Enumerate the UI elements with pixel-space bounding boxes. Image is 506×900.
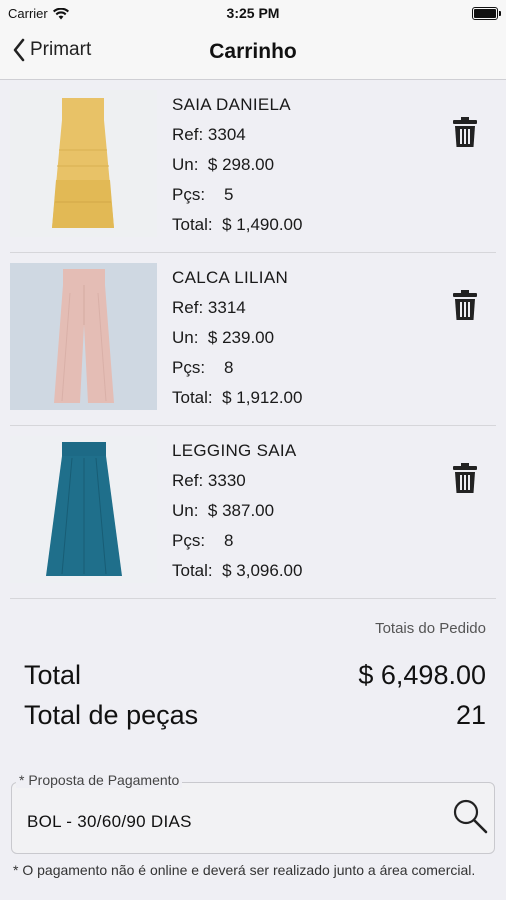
skirt-illustration [10, 436, 157, 583]
pieces-total-value: 21 [455, 700, 486, 730]
total-value: $ 1,490.00 [222, 215, 303, 234]
cart-item: SAIA DANIELA Ref: 3304 Un: $ 298.00 Pçs:… [0, 80, 506, 253]
status-time: 3:25 PM [226, 5, 280, 21]
status-bar: Carrier 3:25 PM [0, 0, 506, 28]
trash-icon[interactable] [452, 289, 478, 321]
payment-footnote: * O pagamento não é online e deverá ser … [13, 862, 476, 878]
unit-label: Un: [172, 328, 199, 347]
cart-item: LEGGING SAIA Ref: 3330 Un: $ 387.00 Pçs:… [0, 426, 506, 599]
total-value: $ 3,096.00 [222, 561, 303, 580]
product-total: Total: $ 3,096.00 [172, 556, 302, 586]
product-name: SAIA DANIELA [172, 95, 291, 114]
unit-label: Un: [172, 501, 199, 520]
order-total-value: $ 6,498.00 [358, 660, 486, 690]
totals-caption: Totais do Pedido [375, 620, 486, 637]
trash-icon[interactable] [452, 116, 478, 148]
product-total: Total: $ 1,912.00 [172, 383, 302, 413]
qty-label: Pçs: [172, 185, 206, 204]
product-ref: Ref: 3330 [172, 466, 302, 496]
ref-value: 3330 [207, 471, 246, 490]
ref-value: 3304 [207, 125, 246, 144]
qty-value: 8 [223, 531, 234, 550]
qty-value: 8 [223, 358, 234, 377]
ref-label: Ref: [172, 298, 204, 317]
product-name: CALCA LILIAN [172, 268, 289, 287]
pants-illustration [10, 263, 157, 410]
product-unit-price: Un: $ 298.00 [172, 150, 302, 180]
cart-list: SAIA DANIELA Ref: 3304 Un: $ 298.00 Pçs:… [0, 80, 506, 599]
unit-price-value: $ 298.00 [207, 155, 275, 174]
ref-label: Ref: [172, 471, 204, 490]
qty-label: Pçs: [172, 531, 206, 550]
qty-label: Pçs: [172, 358, 206, 377]
product-image [10, 90, 157, 237]
product-quantity: Pçs: 8 [172, 526, 302, 556]
navigation-bar: Primart Carrinho [0, 28, 506, 80]
order-total-row: Total $ 6,498.00 [24, 660, 486, 691]
trash-icon[interactable] [452, 462, 478, 494]
product-unit-price: Un: $ 387.00 [172, 496, 302, 526]
search-icon[interactable] [452, 798, 488, 834]
product-image [10, 436, 157, 583]
unit-label: Un: [172, 155, 199, 174]
unit-price-value: $ 239.00 [207, 328, 275, 347]
payment-field-value[interactable]: BOL - 30/60/90 DIAS [27, 812, 192, 832]
qty-value: 5 [223, 185, 234, 204]
total-label: Total: [172, 388, 213, 407]
unit-price-value: $ 387.00 [207, 501, 275, 520]
page-title: Carrinho [209, 40, 297, 63]
product-quantity: Pçs: 8 [172, 353, 302, 383]
battery-icon [472, 7, 501, 20]
order-total-label: Total [24, 660, 82, 690]
ref-value: 3314 [207, 298, 246, 317]
product-total: Total: $ 1,490.00 [172, 210, 302, 240]
product-info: SAIA DANIELA Ref: 3304 Un: $ 298.00 Pçs:… [172, 90, 302, 240]
product-name: LEGGING SAIA [172, 441, 297, 460]
product-quantity: Pçs: 5 [172, 180, 302, 210]
cart-item: CALCA LILIAN Ref: 3314 Un: $ 239.00 Pçs:… [0, 253, 506, 426]
total-label: Total: [172, 215, 213, 234]
row-divider [10, 598, 496, 599]
payment-field-label: * Proposta de Pagamento [16, 772, 183, 788]
product-info: LEGGING SAIA Ref: 3330 Un: $ 387.00 Pçs:… [172, 436, 302, 586]
total-value: $ 1,912.00 [222, 388, 303, 407]
product-ref: Ref: 3304 [172, 120, 302, 150]
ref-label: Ref: [172, 125, 204, 144]
pieces-total-row: Total de peças 21 [24, 700, 486, 731]
pieces-total-label: Total de peças [24, 700, 199, 730]
skirt-illustration [10, 90, 157, 237]
product-info: CALCA LILIAN Ref: 3314 Un: $ 239.00 Pçs:… [172, 263, 302, 413]
product-ref: Ref: 3314 [172, 293, 302, 323]
product-image [10, 263, 157, 410]
product-unit-price: Un: $ 239.00 [172, 323, 302, 353]
total-label: Total: [172, 561, 213, 580]
